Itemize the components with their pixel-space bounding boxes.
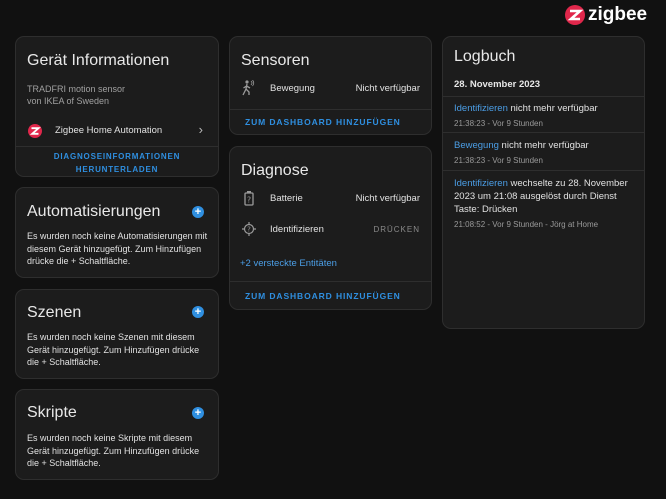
automations-title: Automatisierungen	[27, 203, 161, 220]
zigbee-logo-icon	[565, 5, 585, 25]
scripts-title: Skripte	[27, 404, 77, 421]
add-script-button[interactable]: +	[192, 407, 204, 419]
logbook-entity-link[interactable]: Identifizieren	[454, 103, 508, 114]
device-manufacturer: von IKEA of Sweden	[27, 96, 110, 106]
device-info-card: Gerät Informationen TRADFRI motion senso…	[15, 36, 219, 177]
zigbee-integration-icon	[28, 124, 42, 138]
scripts-card: Skripte + Es wurden noch keine Skripte m…	[15, 389, 219, 480]
divider	[443, 132, 644, 133]
zigbee-logo: zigbee	[565, 4, 647, 26]
battery-unknown-icon: ?	[244, 191, 254, 206]
integration-label: Zigbee Home Automation	[55, 125, 163, 136]
sensor-row-motion[interactable]: Bewegung Nicht verfügbar	[230, 79, 431, 99]
sensor-label: Bewegung	[270, 83, 315, 94]
diagnostics-add-to-dashboard-button[interactable]: ZUM DASHBOARD HINZUFÜGEN	[245, 291, 401, 301]
identify-icon: ?	[242, 222, 256, 236]
logbook-entity-link[interactable]: Bewegung	[454, 140, 499, 151]
sensors-title: Sensoren	[241, 52, 310, 69]
download-diagnostics-button[interactable]: DIAGNOSEINFORMATIONEN HERUNTERLADEN	[16, 150, 218, 176]
svg-text:?: ?	[247, 196, 251, 205]
automations-empty-text: Es wurden noch keine Automatisierungen m…	[27, 231, 208, 266]
divider	[230, 281, 431, 282]
automations-card: Automatisierungen + Es wurden noch keine…	[15, 187, 219, 278]
divider	[16, 146, 218, 147]
diagnostic-row-identify: ? Identifizieren DRÜCKEN	[230, 220, 431, 240]
motion-icon	[242, 80, 255, 96]
diagnostic-row-battery[interactable]: ? Batterie Nicht verfügbar	[230, 189, 431, 209]
add-automation-button[interactable]: +	[192, 206, 204, 218]
integration-row[interactable]: Zigbee Home Automation ›	[16, 121, 218, 143]
battery-value: Nicht verfügbar	[355, 193, 420, 204]
logbook-entity-link[interactable]: Identifizieren	[454, 178, 508, 189]
logbook-message: nicht mehr verfügbar	[498, 140, 589, 151]
add-scene-button[interactable]: +	[192, 306, 204, 318]
scenes-card: Szenen + Es wurden noch keine Szenen mit…	[15, 289, 219, 379]
sensor-value: Nicht verfügbar	[355, 83, 420, 94]
logbook-entry: Identifizieren nicht mehr verfügbar 21:3…	[454, 102, 633, 130]
identify-label: Identifizieren	[270, 224, 324, 235]
logbook-card: Logbuch 28. November 2023 Identifizieren…	[442, 36, 645, 329]
device-model: TRADFRI motion sensor	[27, 84, 126, 94]
device-info-title: Gerät Informationen	[27, 52, 170, 69]
brand-name: zigbee	[588, 4, 648, 25]
logbook-title: Logbuch	[454, 48, 516, 65]
hidden-entities-link[interactable]: +2 versteckte Entitäten	[240, 258, 337, 269]
logbook-message: nicht mehr verfügbar	[507, 103, 598, 114]
logbook-date: 28. November 2023	[454, 79, 541, 90]
divider	[230, 109, 431, 110]
battery-label: Batterie	[270, 193, 303, 204]
download-diagnostics-line2: HERUNTERLADEN	[75, 165, 159, 174]
scenes-title: Szenen	[27, 304, 82, 321]
divider	[443, 170, 644, 171]
diagnostics-card: Diagnose ? Batterie Nicht verfügbar ? Id…	[229, 146, 432, 310]
sensors-add-to-dashboard-button[interactable]: ZUM DASHBOARD HINZUFÜGEN	[245, 117, 401, 127]
logbook-entry: Bewegung nicht mehr verfügbar 21:38:23 -…	[454, 139, 633, 167]
logbook-meta: 21:08:52 - Vor 9 Stunden - Jörg at Home	[454, 220, 599, 229]
scripts-empty-text: Es wurden noch keine Skripte mit diesem …	[27, 433, 200, 468]
download-diagnostics-line1: DIAGNOSEINFORMATIONEN	[53, 152, 181, 161]
sensors-card: Sensoren Bewegung Nicht verfügbar ZUM DA…	[229, 36, 432, 135]
logbook-entry: Identifizieren wechselte zu 28. November…	[454, 177, 633, 231]
divider	[443, 96, 644, 97]
logbook-meta: 21:38:23 - Vor 9 Stunden	[454, 156, 543, 165]
svg-text:?: ?	[247, 226, 251, 234]
diagnostics-title: Diagnose	[241, 162, 309, 179]
identify-press-button[interactable]: DRÜCKEN	[373, 225, 420, 234]
scenes-empty-text: Es wurden noch keine Szenen mit diesem G…	[27, 332, 200, 367]
chevron-right-icon: ›	[198, 122, 203, 137]
logbook-meta: 21:38:23 - Vor 9 Stunden	[454, 119, 543, 128]
